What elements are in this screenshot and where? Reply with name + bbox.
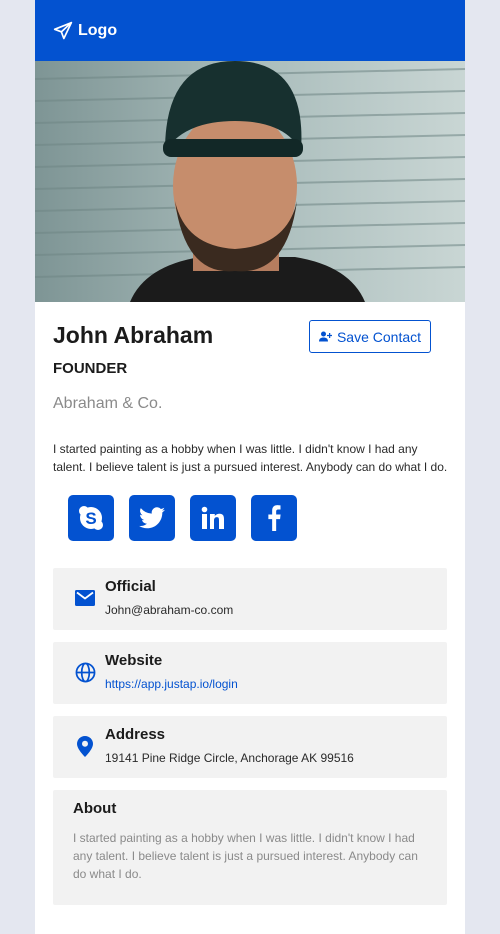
social-links: S (53, 495, 447, 541)
contact-official-label: Official (105, 578, 156, 595)
contact-website[interactable]: Website https://app.justap.io/login (53, 642, 447, 704)
skype-icon: S (79, 506, 103, 530)
contact-address[interactable]: Address 19141 Pine Ridge Circle, Anchora… (53, 716, 447, 778)
location-pin-icon (77, 735, 93, 757)
linkedin-button[interactable] (190, 495, 236, 541)
save-contact-label: Save Contact (336, 328, 422, 345)
svg-text:S: S (85, 509, 96, 528)
profile-company: Abraham & Co. (53, 395, 163, 412)
linkedin-icon (201, 506, 224, 529)
skype-button[interactable]: S (68, 495, 114, 541)
logo-label: Logo (78, 21, 118, 39)
twitter-button[interactable] (129, 495, 175, 541)
about-heading: About (73, 800, 117, 817)
about-section: About I started painting as a hobby when… (53, 790, 447, 905)
profile-bio: I started painting as a hobby when I was… (53, 442, 448, 474)
contact-address-label: Address (105, 726, 166, 743)
contact-official-value: John@abraham-co.com (105, 603, 234, 617)
profile-title: FOUNDER (53, 360, 128, 377)
facebook-button[interactable] (251, 495, 297, 541)
globe-icon (75, 662, 95, 682)
logo[interactable]: Logo (53, 21, 117, 41)
profile-photo (35, 61, 465, 302)
website-link[interactable]: https://app.justap.io/login (105, 677, 238, 691)
paper-plane-icon (53, 21, 73, 39)
save-contact-button[interactable]: Save Contact (309, 320, 431, 353)
add-user-icon (318, 331, 332, 342)
mail-icon (75, 590, 95, 606)
twitter-icon (139, 507, 165, 529)
contact-address-value: 19141 Pine Ridge Circle, Anchorage AK 99… (105, 751, 354, 765)
profile-card: Logo John Abraham Save Contact FOUNDER A… (35, 0, 465, 934)
facebook-icon (268, 505, 281, 531)
about-text: I started painting as a hobby when I was… (73, 831, 418, 881)
contact-website-label: Website (105, 652, 163, 669)
contact-official[interactable]: Official John@abraham-co.com (53, 568, 447, 630)
top-bar: Logo (35, 0, 465, 61)
